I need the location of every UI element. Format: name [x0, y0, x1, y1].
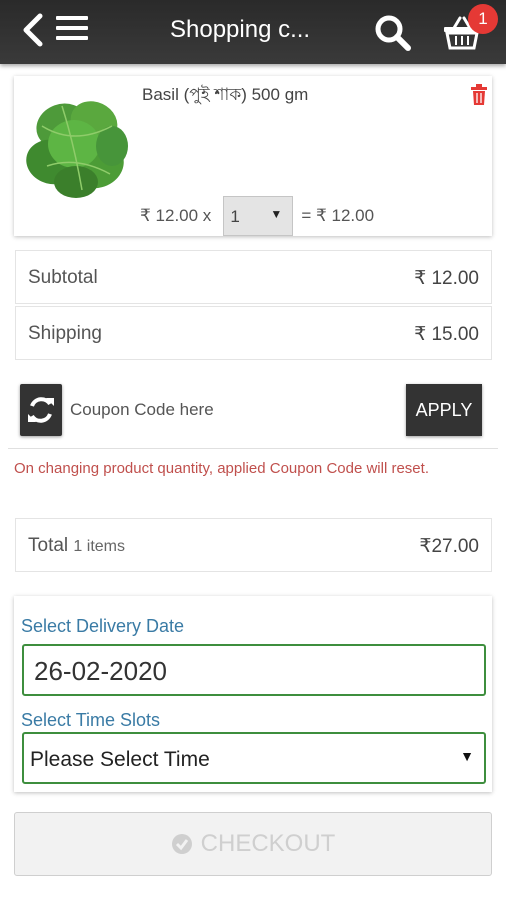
coupon-section: APPLY	[20, 384, 484, 436]
coupon-warning-text: On changing product quantity, applied Co…	[14, 460, 429, 477]
quantity-value: 1	[230, 207, 240, 226]
search-icon[interactable]	[374, 14, 412, 52]
delivery-card: Select Delivery Date 26-02-2020 Select T…	[14, 596, 492, 792]
total-label: Total	[28, 535, 69, 556]
shipping-row: Shipping ₹ 15.00	[15, 306, 492, 360]
dropdown-arrow-icon: ▼	[460, 748, 474, 764]
refresh-coupon-button[interactable]	[20, 384, 62, 436]
subtotal-label: Subtotal	[28, 267, 98, 288]
shipping-value: ₹ 15.00	[414, 324, 479, 345]
menu-icon[interactable]	[56, 16, 88, 40]
delivery-date-label: Select Delivery Date	[21, 616, 185, 636]
total-label-group: Total 1 items	[28, 535, 125, 557]
product-name: Basil (পুই শাক) 500 gm	[142, 85, 309, 104]
refresh-icon	[28, 397, 54, 423]
time-slot-select[interactable]: Please Select Time ▼	[22, 732, 486, 784]
quantity-select[interactable]: 1 ▼	[223, 196, 294, 236]
delivery-date-input[interactable]: 26-02-2020	[22, 644, 486, 696]
dropdown-arrow-icon: ▼	[270, 207, 283, 221]
top-app-bar: Shopping c... 1	[0, 0, 506, 64]
apply-coupon-button[interactable]: APPLY	[406, 384, 482, 436]
cart-item-card: Basil (পুই শাক) 500 gm ₹ 12.00 x 1 ▼ = ₹…	[14, 76, 492, 236]
divider	[8, 448, 498, 449]
page-title: Shopping c...	[170, 16, 311, 43]
unit-price: ₹ 12.00 x	[140, 206, 212, 225]
checkout-label: CHECKOUT	[200, 830, 336, 857]
total-items-count: 1 items	[73, 538, 125, 555]
trash-icon[interactable]	[470, 84, 488, 106]
coupon-code-input[interactable]	[66, 384, 406, 436]
product-image	[26, 101, 128, 198]
subtotal-row: Subtotal ₹ 12.00	[15, 250, 492, 304]
back-arrow-icon[interactable]	[20, 12, 46, 48]
check-circle-icon	[171, 834, 192, 854]
total-value: ₹27.00	[419, 536, 479, 557]
shipping-label: Shipping	[28, 323, 102, 344]
total-row: Total 1 items ₹27.00	[15, 518, 492, 572]
subtotal-value: ₹ 12.00	[414, 268, 479, 289]
line-total: = ₹ 12.00	[301, 206, 375, 225]
cart-count-badge: 1	[468, 4, 498, 34]
price-row: ₹ 12.00 x 1 ▼ = ₹ 12.00	[140, 196, 374, 236]
time-slot-label: Select Time Slots	[21, 710, 161, 730]
checkout-button[interactable]: CHECKOUT	[14, 812, 492, 876]
time-slot-value: Please Select Time	[30, 748, 210, 771]
